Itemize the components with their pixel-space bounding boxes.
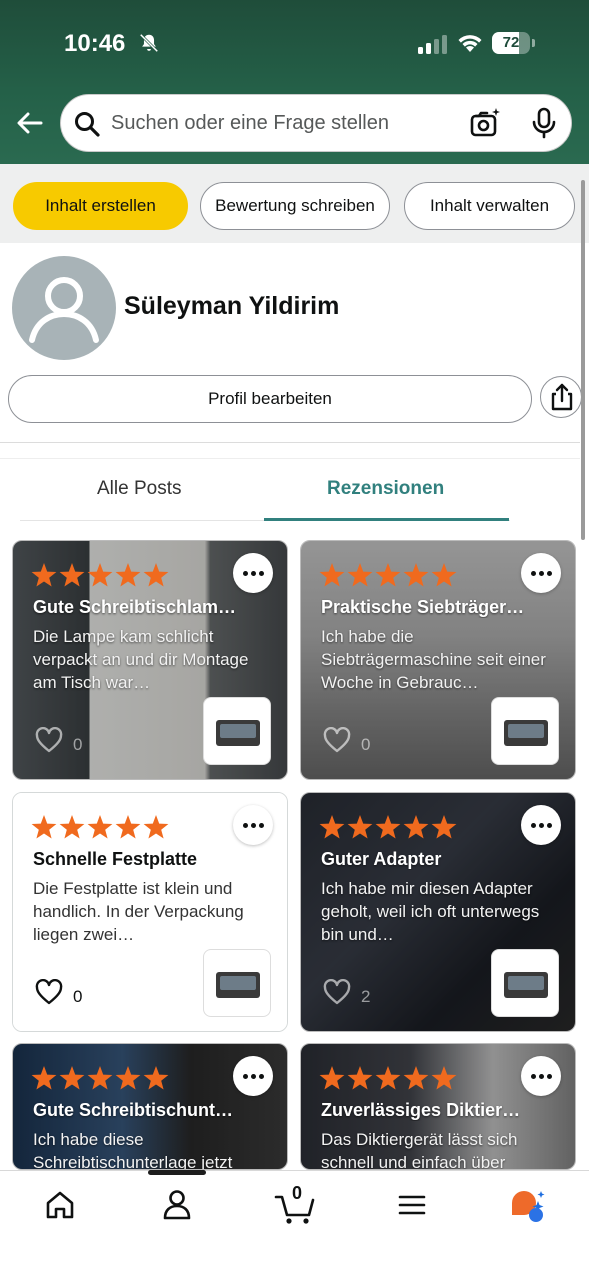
star-rating <box>319 1066 457 1090</box>
star-rating <box>31 563 169 587</box>
heart-icon[interactable] <box>323 727 351 753</box>
product-image-icon <box>504 972 548 998</box>
search-icon <box>75 112 100 137</box>
review-title: Praktische Siebträger… <box>321 597 525 617</box>
cellular-signal-icon <box>418 35 447 54</box>
review-title: Gute Schreibtischunt… <box>33 1100 234 1120</box>
microphone-icon[interactable] <box>531 107 557 139</box>
active-tab-indicator <box>264 518 509 521</box>
product-thumbnail[interactable] <box>491 697 559 765</box>
more-options-button[interactable] <box>521 805 561 845</box>
app-header: 10:46 72 <box>0 0 589 164</box>
review-body: Das Diktiergerät lässt sich schnell und … <box>321 1130 518 1170</box>
profile-name: Süleyman Yildirim <box>124 292 340 320</box>
star-rating <box>319 563 457 587</box>
review-card[interactable]: Praktische Siebträger… Ich habe die Siebt… <box>300 540 576 780</box>
home-icon[interactable] <box>40 1185 80 1225</box>
search-bar[interactable] <box>60 94 572 152</box>
battery-indicator: 72 <box>492 32 536 54</box>
review-card[interactable]: Zuverlässiges Diktier… Das Diktiergerät l… <box>300 1043 576 1170</box>
review-body: Ich habe die Siebträgermaschine seit ein… <box>321 627 546 692</box>
scrollbar[interactable] <box>581 180 585 540</box>
share-button[interactable] <box>540 376 582 418</box>
home-indicator <box>148 1170 206 1175</box>
heart-icon[interactable] <box>35 727 63 753</box>
divider <box>0 458 580 459</box>
bell-off-icon <box>139 33 159 53</box>
tab-reviews[interactable]: Rezensionen <box>327 478 444 500</box>
product-image-icon <box>216 720 260 746</box>
more-options-button[interactable] <box>233 1056 273 1096</box>
star-rating <box>31 1066 169 1090</box>
rufus-icon[interactable] <box>508 1185 548 1225</box>
review-body: Ich habe mir diesen Adapter geholt, weil… <box>321 879 540 944</box>
cart-button[interactable]: 0 <box>274 1183 318 1225</box>
like-count: 0 <box>73 987 83 1006</box>
divider <box>0 442 580 443</box>
action-chips-row: Inhalt erstellen Bewertung schreiben Inh… <box>0 164 589 243</box>
tab-all-posts[interactable]: Alle Posts <box>97 478 181 500</box>
wifi-icon <box>458 35 482 52</box>
review-title: Zuverlässiges Diktier… <box>321 1100 521 1120</box>
review-title: Guter Adapter <box>321 849 442 869</box>
review-body: Die Festplatte ist klein und handlich. I… <box>33 879 244 944</box>
star-rating <box>31 815 169 839</box>
like-count: 2 <box>361 987 371 1006</box>
menu-icon[interactable] <box>392 1185 432 1225</box>
review-card[interactable]: Gute Schreibtischlam… Die Lampe kam schli… <box>12 540 288 780</box>
bottom-navigation: 0 <box>0 1170 589 1280</box>
like-count: 0 <box>361 735 371 754</box>
more-options-button[interactable] <box>233 805 273 845</box>
account-icon[interactable] <box>157 1185 197 1225</box>
product-thumbnail[interactable] <box>491 949 559 1017</box>
write-review-button[interactable]: Bewertung schreiben <box>200 182 390 230</box>
search-input[interactable] <box>111 95 451 151</box>
review-body: Ich habe diese Schreibtischunterlage jet… <box>33 1130 233 1170</box>
battery-level: 72 <box>502 34 520 51</box>
more-options-button[interactable] <box>521 1056 561 1096</box>
create-content-button[interactable]: Inhalt erstellen <box>13 182 188 230</box>
review-title: Schnelle Festplatte <box>33 849 198 869</box>
status-time: 10:46 <box>64 30 126 57</box>
more-options-button[interactable] <box>521 553 561 593</box>
review-card[interactable]: Gute Schreibtischunt… Ich habe diese Schr… <box>12 1043 288 1170</box>
back-arrow-icon[interactable] <box>14 108 46 138</box>
star-rating <box>319 815 457 839</box>
default-avatar-icon <box>29 277 99 343</box>
cart-count: 0 <box>291 1183 302 1203</box>
product-image-icon <box>216 972 260 998</box>
camera-search-icon[interactable] <box>469 107 501 139</box>
product-image-icon <box>504 720 548 746</box>
review-card[interactable]: Schnelle Festplatte Die Festplatte ist kl… <box>12 792 288 1032</box>
review-title: Gute Schreibtischlam… <box>33 597 237 617</box>
heart-icon[interactable] <box>35 979 63 1005</box>
product-thumbnail[interactable] <box>203 697 271 765</box>
review-card[interactable]: Guter Adapter Ich habe mir diesen Adapter… <box>300 792 576 1032</box>
avatar[interactable] <box>12 256 116 360</box>
heart-icon[interactable] <box>323 979 351 1005</box>
like-count: 0 <box>73 735 83 754</box>
product-thumbnail[interactable] <box>203 949 271 1017</box>
more-options-button[interactable] <box>233 553 273 593</box>
review-body: Die Lampe kam schlicht verpackt an und d… <box>33 627 249 692</box>
edit-profile-button[interactable]: Profil bearbeiten <box>8 375 532 423</box>
manage-content-button[interactable]: Inhalt verwalten <box>404 182 575 230</box>
share-icon <box>551 383 573 411</box>
